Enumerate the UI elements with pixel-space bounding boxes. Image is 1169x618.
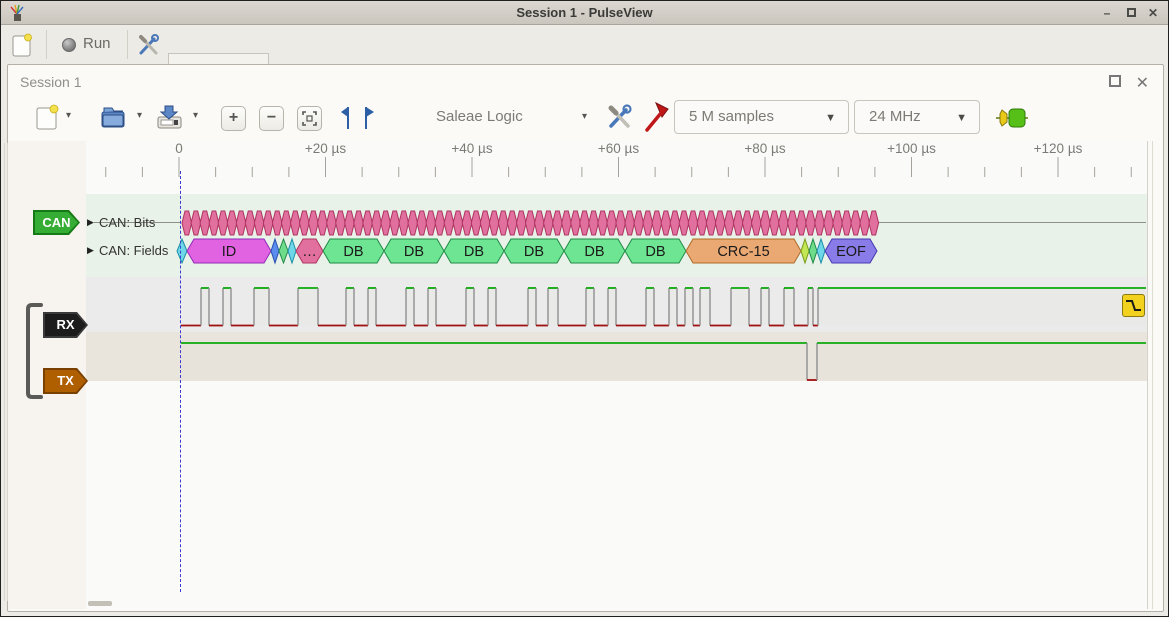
sample-rate-value: 24 MHz [869, 108, 921, 125]
expander-can-bits[interactable]: ▶ [87, 217, 94, 228]
session-restore-button[interactable] [1109, 75, 1121, 87]
tx-row-background [86, 332, 1147, 381]
sample-rate-select[interactable]: 24 MHz ▼ [854, 100, 980, 134]
trace-right-border-2 [1152, 141, 1153, 609]
save-dropdown-caret[interactable]: ▾ [193, 110, 198, 121]
main-toolbar: Run Session 1 ✕ [1, 26, 1168, 63]
horizontal-scrollbar-handle[interactable] [88, 601, 112, 606]
row-label-can-fields: CAN: Fields [99, 243, 168, 258]
save-icon[interactable] [156, 103, 184, 131]
device-dropdown-caret[interactable]: ▾ [582, 111, 587, 122]
sample-count-value: 5 M samples [689, 108, 774, 125]
run-icon [62, 38, 76, 52]
time-cursor[interactable] [180, 171, 181, 592]
new-session-icon[interactable] [12, 33, 33, 58]
sample-count-select[interactable]: 5 M samples ▼ [674, 100, 849, 134]
toolbar-separator [127, 30, 128, 59]
maximize-icon [1127, 8, 1136, 17]
row-label-can-bits: CAN: Bits [99, 215, 155, 230]
expander-can-fields[interactable]: ▶ [87, 245, 94, 256]
configure-device-icon[interactable] [606, 103, 634, 131]
new-file-dropdown-caret[interactable]: ▾ [66, 110, 71, 121]
run-label: Run [83, 35, 111, 52]
falling-edge-icon [1123, 295, 1144, 316]
zoom-out-button[interactable]: − [259, 106, 284, 131]
maximize-button[interactable] [1122, 4, 1140, 22]
toolbar-separator [46, 30, 47, 59]
session-panel-title: Session 1 [20, 74, 81, 90]
settings-tools-icon[interactable] [137, 33, 161, 57]
titlebar: Session 1 - PulseView – ✕ [1, 1, 1168, 25]
decoder-tag-can[interactable]: CAN [33, 210, 80, 235]
open-file-dropdown-caret[interactable]: ▾ [137, 110, 142, 121]
zoom-in-button[interactable]: + [221, 106, 246, 131]
channel-tag-rx[interactable]: RX [43, 312, 88, 338]
trigger-flags-icon[interactable] [341, 105, 375, 131]
trace-right-border [1147, 141, 1148, 609]
add-decoder-icon[interactable] [994, 107, 1030, 129]
new-file-icon[interactable] [36, 104, 59, 131]
minimize-button[interactable]: – [1098, 4, 1116, 22]
session-close-button[interactable]: ✕ [1136, 73, 1149, 93]
zoom-fit-button[interactable] [297, 106, 322, 131]
zoom-fit-icon [298, 107, 321, 130]
sample-rate-caret: ▼ [956, 102, 967, 134]
channel-tag-tx[interactable]: TX [43, 368, 88, 394]
window-title: Session 1 - PulseView [1, 5, 1168, 20]
app-window: Session 1 - PulseView – ✕ Run Session 1 … [0, 0, 1169, 617]
vertical-scrollbar[interactable] [4, 143, 8, 601]
close-button[interactable]: ✕ [1144, 4, 1162, 22]
open-file-icon[interactable] [100, 104, 127, 130]
decoder-row-background [86, 194, 1147, 277]
channel-probe-icon[interactable] [642, 101, 670, 133]
trigger-marker[interactable] [1122, 294, 1145, 317]
rx-row-background [86, 277, 1147, 332]
device-select[interactable]: Saleae Logic [436, 108, 523, 125]
sample-count-caret: ▼ [825, 102, 836, 134]
